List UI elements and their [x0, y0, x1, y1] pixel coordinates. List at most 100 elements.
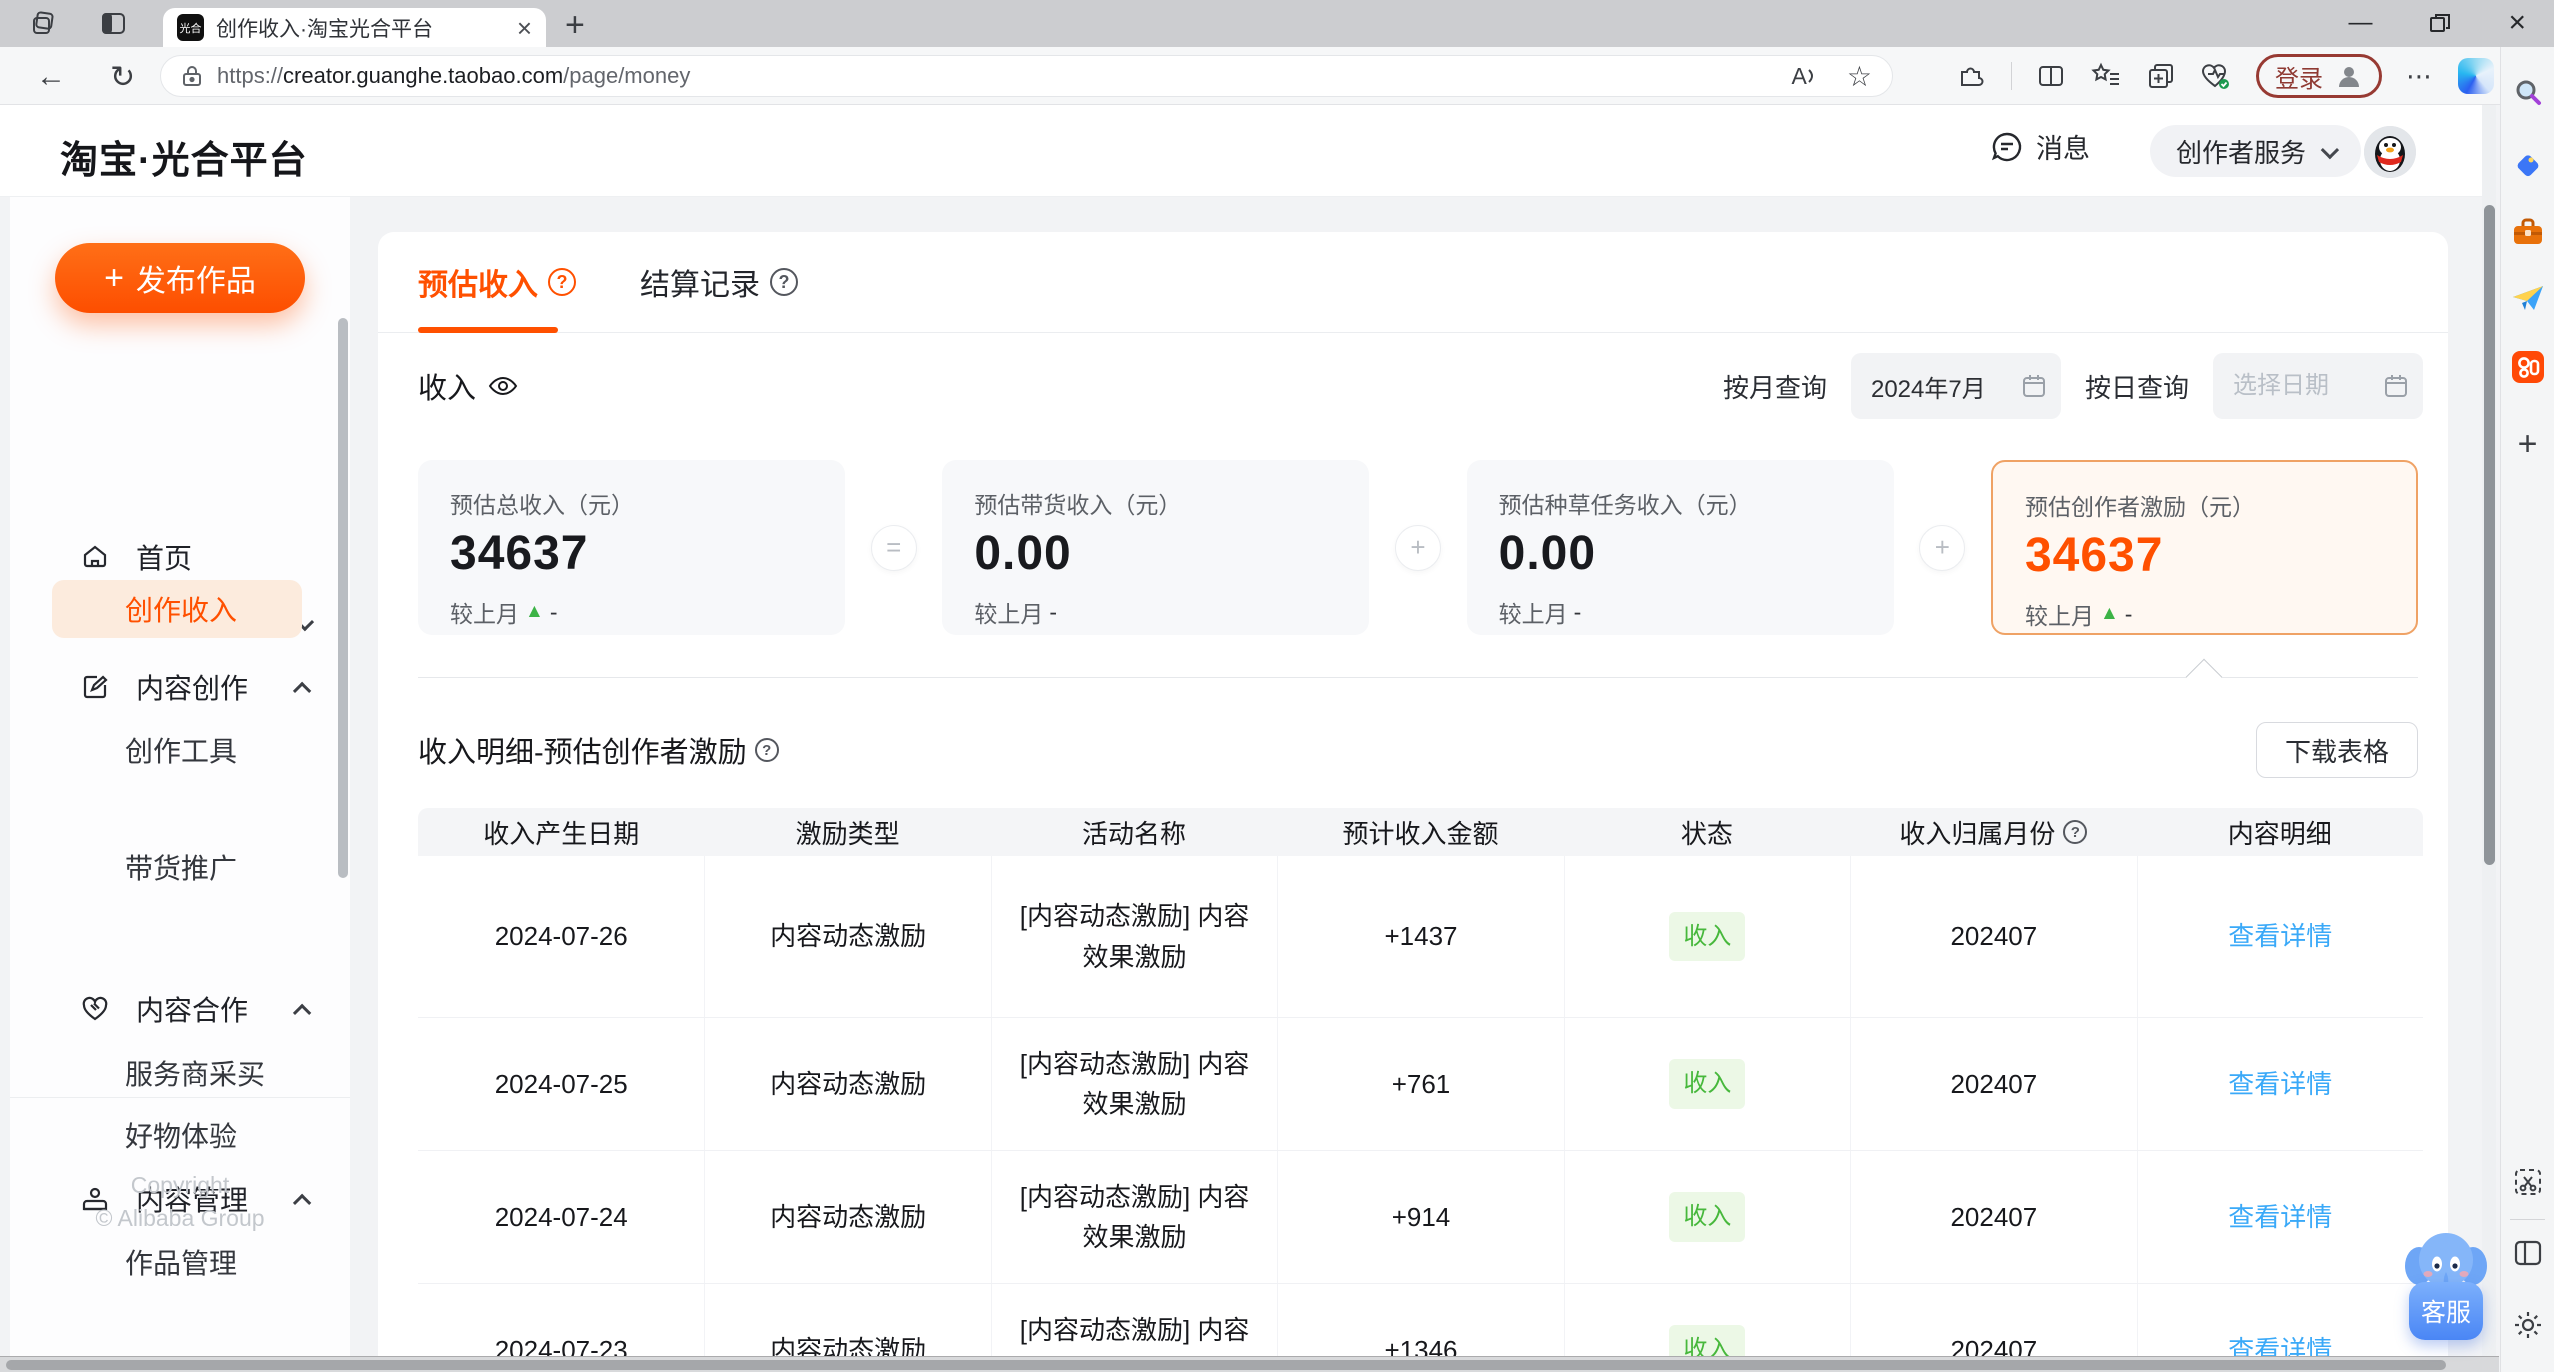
vertical-tabs-icon[interactable]: [100, 10, 127, 37]
cell-detail: 查看详情: [2136, 1151, 2423, 1283]
cell-date: 2024-07-26: [494, 921, 628, 952]
question-circle-icon[interactable]: ?: [548, 268, 576, 296]
cell-detail: 查看详情: [2136, 856, 2423, 1017]
col-header-date: 收入产生日期: [483, 818, 640, 849]
calendar-icon: [2383, 373, 2409, 399]
sidebar-shopping-tag-icon[interactable]: [2512, 149, 2544, 181]
day-picker[interactable]: [2213, 353, 2423, 419]
chevron-up-icon: [292, 681, 312, 701]
browser-tab-active[interactable]: 光合 创作收入·淘宝光合平台 ×: [163, 8, 546, 47]
card-compare: 较上月 -: [1498, 598, 1582, 628]
sidebar-subitem-label: 创作工具: [125, 736, 238, 767]
question-circle-icon[interactable]: ?: [2063, 820, 2088, 844]
income-cards: 预估总收入（元） 34637 较上月 ▲ - = 预估带货收入（元） 0.00 …: [418, 460, 2418, 635]
tab-estimated-income[interactable]: 预估收入 ?: [418, 260, 576, 304]
horizontal-scrollbar[interactable]: [0, 1356, 2499, 1372]
month-picker[interactable]: [1850, 353, 2061, 419]
download-table-button[interactable]: 下载表格: [2255, 722, 2418, 778]
sidebar-item-creation-tools[interactable]: 创作工具: [125, 728, 237, 772]
read-aloud-icon[interactable]: A: [1792, 63, 1817, 90]
workspaces-icon[interactable]: [30, 10, 57, 37]
status-badge: 收入: [1669, 1192, 1746, 1242]
plus-icon: +: [104, 259, 124, 297]
user-avatar[interactable]: [2364, 126, 2416, 178]
split-screen-icon[interactable]: [2036, 61, 2066, 91]
view-details-link[interactable]: 查看详情: [2228, 1197, 2332, 1237]
card-total-income: 预估总收入（元） 34637 较上月 ▲ -: [418, 460, 845, 635]
sidebar: + 发布作品 首页 内容灵感: [10, 197, 350, 1356]
col-header-detail: 内容明细: [2227, 818, 2332, 849]
cell-amount: +1437: [1277, 856, 1563, 1017]
sidebar-kuaishou-icon[interactable]: [2511, 351, 2544, 383]
login-button[interactable]: 登录: [2256, 54, 2382, 98]
sidebar-search-icon[interactable]: [2512, 77, 2544, 109]
creator-services-menu[interactable]: 创作者服务: [2150, 125, 2362, 177]
customer-service-widget[interactable]: 客服: [2404, 1226, 2488, 1340]
collections-icon[interactable]: [2146, 61, 2176, 91]
eye-icon[interactable]: [488, 375, 518, 397]
messages-button[interactable]: 消息: [1990, 127, 2090, 166]
cell-status: 收入: [1563, 1018, 1850, 1150]
back-icon[interactable]: ←: [36, 60, 66, 94]
publish-label: 发布作品: [135, 265, 256, 298]
sidebar-item-creation[interactable]: 内容创作: [78, 663, 312, 711]
sidebar-settings-gear-icon[interactable]: [2512, 1309, 2544, 1341]
add-favorite-star-icon[interactable]: ☆: [1847, 60, 1872, 93]
extensions-icon[interactable]: [1957, 61, 1987, 91]
sidebar-item-cooperation[interactable]: 内容合作: [78, 985, 312, 1033]
page-scrollbar-thumb[interactable]: [2484, 205, 2495, 865]
new-tab-button[interactable]: +: [565, 6, 585, 45]
cell-amount: +914: [1277, 1151, 1563, 1283]
calendar-icon: [2021, 373, 2047, 399]
page-tabs: 预估收入 ? 结算记录 ?: [378, 232, 2448, 333]
sidebar-item-creation-income-active[interactable]: 创作收入: [52, 580, 302, 638]
sidebar-item-promotion[interactable]: 带货推广: [125, 845, 237, 889]
favorites-icon[interactable]: [2090, 61, 2122, 91]
sidebar-subitem-label: 创作收入: [125, 595, 238, 626]
window-close-button[interactable]: ×: [2508, 8, 2526, 38]
sidebar-panel-icon[interactable]: [2513, 1239, 2543, 1267]
messages-label: 消息: [2036, 134, 2090, 164]
browser-toolbar: ← ↻ https://creator.guanghe.taobao.com/p…: [0, 47, 2554, 105]
screenshot-snip-icon[interactable]: [2513, 1167, 2543, 1197]
question-circle-icon[interactable]: ?: [754, 738, 779, 762]
sidebar-paper-plane-icon[interactable]: [2511, 283, 2545, 313]
sidebar-add-icon[interactable]: +: [2518, 425, 2538, 464]
sidebar-toolbox-icon[interactable]: [2511, 217, 2545, 247]
view-details-link[interactable]: 查看详情: [2228, 916, 2332, 956]
col-header-amount: 预计收入金额: [1342, 818, 1499, 849]
sidebar-item-works-management[interactable]: 作品管理: [125, 1240, 237, 1284]
cell-activity: [内容动态激励] 内容效果激励: [990, 856, 1277, 1017]
settings-more-icon[interactable]: ⋯: [2406, 61, 2434, 92]
sidebar-item-goods-experience[interactable]: 好物体验: [125, 1113, 237, 1157]
refresh-icon[interactable]: ↻: [110, 60, 135, 95]
chevron-down-icon: [2320, 140, 2340, 159]
tab-close-icon[interactable]: ×: [517, 15, 532, 41]
customer-service-label[interactable]: 客服: [2409, 1282, 2483, 1340]
card-creator-incentive-selected[interactable]: 预估创作者激励（元） 34637 较上月 ▲ -: [1990, 460, 2418, 635]
horizontal-scrollbar-thumb[interactable]: [6, 1360, 2446, 1370]
cell-amount: +761: [1277, 1018, 1563, 1150]
col-header-month: 收入归属月份 ?: [1850, 808, 2136, 856]
copilot-icon[interactable]: [2458, 58, 2494, 94]
day-query-label: 按日查询: [2084, 372, 2189, 403]
publish-button[interactable]: + 发布作品: [55, 243, 305, 313]
browser-essentials-icon[interactable]: [2200, 61, 2232, 91]
site-logo[interactable]: 淘宝·光合平台: [60, 129, 308, 184]
window-restore-button[interactable]: [2428, 11, 2452, 35]
cell-activity: [内容动态激励] 内容效果激励: [990, 1018, 1277, 1150]
sidebar-item-service-buy[interactable]: 服务商采买: [125, 1051, 265, 1095]
question-circle-icon[interactable]: ?: [770, 268, 798, 296]
cell-date: 2024-07-24: [494, 1201, 628, 1232]
cell-month: 202407: [1850, 856, 2136, 1017]
sidebar-scrollbar[interactable]: [338, 318, 348, 878]
site-header: 淘宝·光合平台 消息 创作者服务: [0, 105, 2482, 197]
window-minimize-button[interactable]: —: [2348, 11, 2372, 35]
table-row: 2024-07-25 内容动态激励 [内容动态激励] 内容效果激励 +761 收…: [418, 1018, 2423, 1151]
tab-settlement-records[interactable]: 结算记录 ?: [640, 260, 798, 304]
status-badge: 收入: [1669, 1059, 1746, 1109]
cell-status: 收入: [1563, 856, 1850, 1017]
address-bar[interactable]: https://creator.guanghe.taobao.com/page/…: [160, 55, 1893, 97]
view-details-link[interactable]: 查看详情: [2228, 1064, 2332, 1104]
sidebar-item-home[interactable]: 首页: [78, 533, 310, 581]
